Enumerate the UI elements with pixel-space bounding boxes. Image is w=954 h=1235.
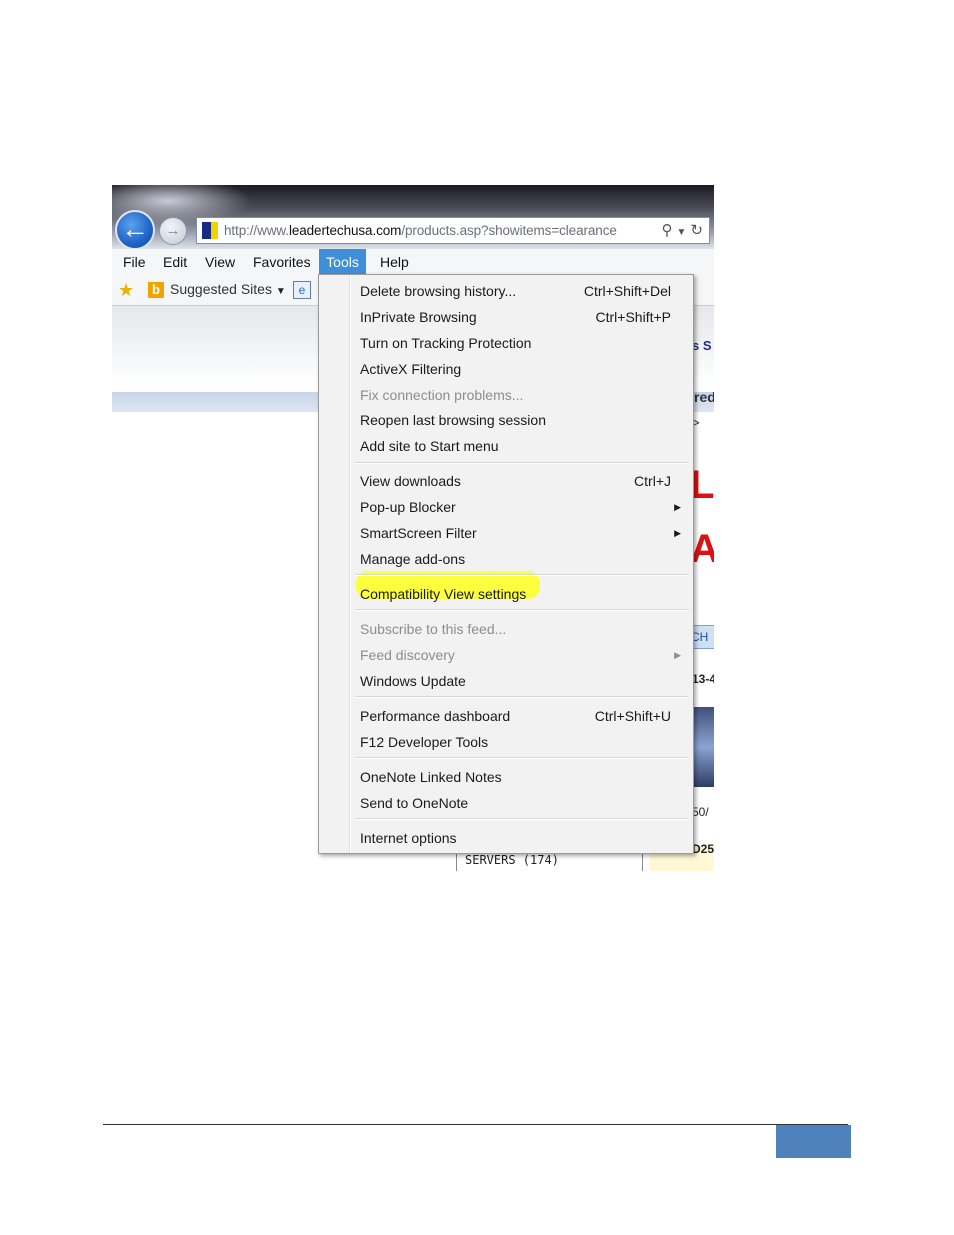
back-arrow-icon: ←: [121, 213, 149, 244]
menu-item-fix-connection: Fix connection problems...: [360, 382, 693, 408]
submenu-arrow-icon: ▶: [674, 502, 681, 512]
menu-file[interactable]: File: [117, 249, 152, 275]
menu-item-activex-filtering[interactable]: ActiveX Filtering: [360, 356, 693, 382]
menu-edit[interactable]: Edit: [157, 249, 193, 275]
menu-item-f12-developer-tools[interactable]: F12 Developer Tools: [360, 729, 693, 755]
menu-item-delete-browsing-history[interactable]: Delete browsing history... Ctrl+Shift+Del: [360, 278, 693, 304]
menu-item-label: OneNote Linked Notes: [360, 769, 502, 785]
menu-item-popup-blocker[interactable]: Pop-up Blocker ▶: [360, 494, 693, 520]
page-fragment-text: red: [694, 389, 714, 405]
menu-favorites[interactable]: Favorites: [247, 249, 317, 275]
menu-item-label: InPrivate Browsing: [360, 309, 477, 325]
menu-item-smartscreen-filter[interactable]: SmartScreen Filter ▶: [360, 520, 693, 546]
menu-item-label: F12 Developer Tools: [360, 734, 489, 750]
url-path: /products.asp?showitems=clearance: [401, 223, 617, 238]
menu-item-add-to-start[interactable]: Add site to Start menu: [360, 433, 693, 459]
back-button[interactable]: ←: [115, 210, 155, 250]
menu-item-shortcut: Ctrl+Shift+P: [595, 309, 671, 325]
menu-separator: [355, 574, 689, 576]
menu-help[interactable]: Help: [374, 249, 415, 275]
menu-item-label: Internet options: [360, 830, 457, 846]
dropdown-arrow-icon[interactable]: ▼: [677, 227, 687, 238]
menu-item-label: Add site to Start menu: [360, 438, 499, 454]
refresh-icon[interactable]: ↻: [690, 222, 703, 239]
suggested-sites-button[interactable]: Suggested Sites ▼: [170, 281, 286, 297]
menu-item-feed-discovery: Feed discovery ▶: [360, 642, 693, 668]
menu-item-view-downloads[interactable]: View downloads Ctrl+J: [360, 468, 693, 494]
menu-item-inprivate-browsing[interactable]: InPrivate Browsing Ctrl+Shift+P: [360, 304, 693, 330]
menu-item-send-to-onenote[interactable]: Send to OneNote: [360, 790, 693, 816]
menu-item-shortcut: Ctrl+Shift+Del: [583, 283, 671, 299]
url-prefix: http://www.: [224, 223, 289, 238]
search-icon[interactable]: ⚲: [662, 222, 673, 239]
menu-separator: [355, 696, 689, 698]
forward-button[interactable]: →: [159, 217, 187, 245]
menu-separator: [355, 462, 689, 464]
page-fragment-text: 50/: [692, 805, 709, 819]
submenu-arrow-icon: ▶: [674, 528, 681, 538]
menu-separator: [355, 757, 689, 759]
menu-item-manage-addons[interactable]: Manage add-ons: [360, 546, 693, 572]
menu-item-windows-update[interactable]: Windows Update: [360, 668, 693, 694]
menu-item-label: Fix connection problems...: [360, 387, 524, 403]
address-bar[interactable]: http://www.leadertechusa.com/products.as…: [196, 217, 710, 244]
menu-item-shortcut: Ctrl+Shift+U: [594, 708, 671, 724]
address-tools: ⚲ ▼ ↻: [658, 221, 703, 239]
menu-item-shortcut: Ctrl+J: [634, 473, 671, 489]
menu-item-compatibility-view-settings[interactable]: Compatibility View settings: [360, 581, 693, 607]
menu-item-label: Subscribe to this feed...: [360, 621, 507, 637]
footer-rule: [103, 1124, 848, 1125]
menu-item-performance-dashboard[interactable]: Performance dashboard Ctrl+Shift+U: [360, 703, 693, 729]
menu-item-tracking-protection[interactable]: Turn on Tracking Protection: [360, 330, 693, 356]
servers-category-link[interactable]: SERVERS (174): [465, 853, 559, 867]
tools-menu-dropdown: Delete browsing history... Ctrl+Shift+Del…: [318, 274, 694, 854]
menu-separator: [355, 818, 689, 820]
url-domain: leadertechusa.com: [288, 223, 402, 238]
favorites-star-icon[interactable]: ★: [118, 280, 134, 301]
menu-item-label: Pop-up Blocker: [360, 499, 456, 515]
menu-tools[interactable]: Tools: [319, 249, 366, 275]
menu-separator: [355, 609, 689, 611]
page-fragment-text: D25: [692, 842, 714, 856]
page-number-box: [776, 1125, 851, 1158]
menu-item-label: Windows Update: [360, 673, 466, 689]
suggested-sites-label: Suggested Sites: [170, 281, 272, 297]
chevron-down-icon: ▼: [275, 286, 286, 297]
menu-item-onenote-linked-notes[interactable]: OneNote Linked Notes: [360, 764, 693, 790]
menu-item-label: Manage add-ons: [360, 551, 466, 567]
menu-item-internet-options[interactable]: Internet options: [360, 825, 693, 851]
page-fragment-text: s S: [692, 338, 712, 353]
address-url[interactable]: http://www.leadertechusa.com/products.as…: [224, 223, 617, 238]
page-fragment-text: 13-4: [692, 672, 714, 686]
menu-item-label: Turn on Tracking Protection: [360, 335, 532, 351]
menu-item-label: Reopen last browsing session: [360, 412, 546, 428]
bing-icon: b: [148, 282, 164, 298]
menu-item-label: Delete browsing history...: [360, 283, 517, 299]
menu-item-subscribe-feed: Subscribe to this feed...: [360, 616, 693, 642]
forward-arrow-icon: →: [165, 222, 181, 239]
browser-screenshot: ← → http://www.leadertechusa.com/product…: [112, 185, 714, 871]
menu-item-label: Send to OneNote: [360, 795, 469, 811]
submenu-arrow-icon: ▶: [674, 650, 681, 660]
site-favicon-icon: [202, 222, 218, 239]
web-slice-gallery-icon[interactable]: e: [293, 281, 311, 299]
menu-item-reopen-session[interactable]: Reopen last browsing session: [360, 407, 693, 433]
menu-item-label: ActiveX Filtering: [360, 361, 462, 377]
menu-item-label: Compatibility View settings: [360, 586, 527, 602]
menu-item-label: Feed discovery: [360, 647, 455, 663]
menu-item-label: SmartScreen Filter: [360, 525, 477, 541]
menu-bar: File Edit View Favorites Tools Help: [112, 249, 714, 275]
menu-item-label: Performance dashboard: [360, 708, 511, 724]
menu-item-label: View downloads: [360, 473, 461, 489]
menu-view[interactable]: View: [199, 249, 241, 275]
